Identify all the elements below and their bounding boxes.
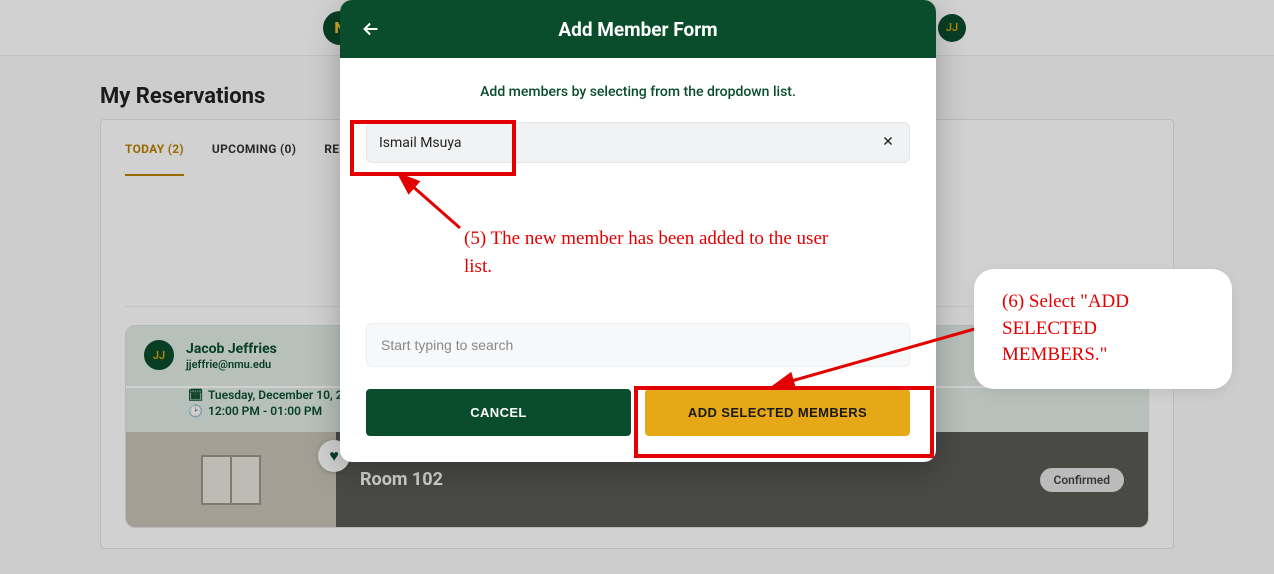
arrow-left-icon: [360, 18, 382, 40]
annotation-callout-step6: (6) Select "ADD SELECTED MEMBERS.": [980, 275, 1226, 383]
back-button[interactable]: [358, 16, 384, 42]
modal-instruction: Add members by selecting from the dropdo…: [366, 84, 910, 100]
selected-member-row: Ismail Msuya: [366, 122, 910, 163]
add-member-modal: Add Member Form Add members by selecting…: [340, 0, 936, 462]
member-search-input[interactable]: [366, 323, 910, 367]
cancel-button[interactable]: CANCEL: [366, 389, 631, 436]
modal-title: Add Member Form: [558, 18, 717, 41]
modal-actions: CANCEL ADD SELECTED MEMBERS: [366, 389, 910, 436]
modal-header: Add Member Form: [340, 0, 936, 58]
modal-body: Add members by selecting from the dropdo…: [340, 58, 936, 462]
clear-member-button[interactable]: [879, 132, 897, 153]
selected-member-chip: Ismail Msuya: [379, 135, 462, 151]
search-input-wrap: [366, 323, 910, 367]
close-icon: [881, 134, 895, 148]
add-selected-members-button[interactable]: ADD SELECTED MEMBERS: [645, 389, 910, 436]
